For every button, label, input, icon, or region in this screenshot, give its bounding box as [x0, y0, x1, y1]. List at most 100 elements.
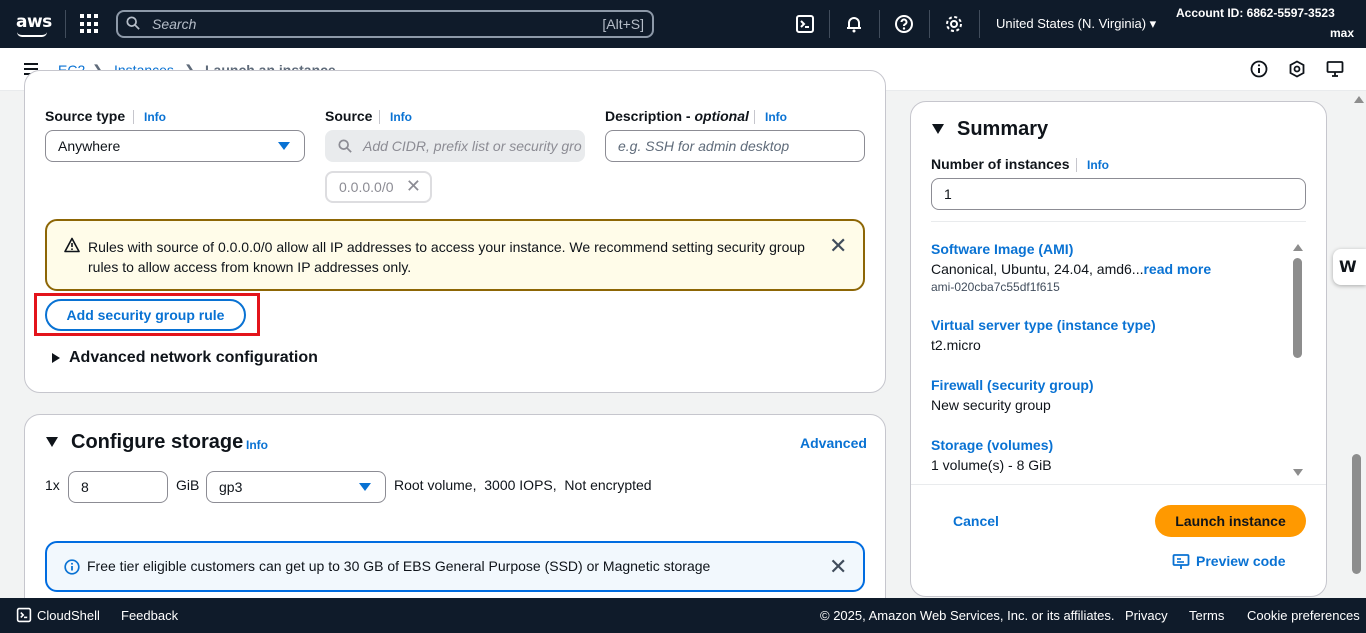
number-of-instances-info-link[interactable]: Info [1076, 158, 1109, 172]
w-logo-icon: W [1339, 257, 1357, 276]
divider [65, 10, 66, 38]
description-optional: optional [694, 108, 749, 124]
volume-details: Root volume, 3000 IOPS, Not encrypted [394, 477, 652, 493]
volume-size-value: 8 [81, 479, 89, 495]
bell-icon[interactable] [844, 14, 864, 34]
number-of-instances-value: 1 [944, 186, 952, 202]
number-of-instances-label: Number of instances [931, 156, 1070, 172]
divider [931, 221, 1306, 222]
volume-size-unit: GiB [176, 477, 200, 493]
volume-type-value: gp3 [219, 479, 243, 495]
caret-down-icon [278, 142, 290, 150]
info-circle-icon [64, 559, 80, 575]
feedback-link[interactable]: Feedback [121, 608, 178, 623]
description-input[interactable]: e.g. SSH for admin desktop [605, 130, 865, 162]
close-icon[interactable]: ✕ [406, 176, 421, 197]
aws-logo-smile [17, 32, 47, 37]
annotation-highlight-box [34, 293, 260, 336]
number-of-instances-input[interactable]: 1 [931, 178, 1306, 210]
scroll-down-icon[interactable] [1293, 469, 1303, 476]
summary-scrollbar[interactable] [1293, 258, 1302, 358]
cloudshell-icon[interactable] [795, 14, 815, 34]
search-icon [338, 139, 352, 153]
description-placeholder: e.g. SSH for admin desktop [618, 138, 790, 154]
cloudshell-link[interactable]: CloudShell [37, 608, 100, 623]
divider [879, 10, 880, 38]
cancel-button[interactable]: Cancel [953, 513, 999, 529]
source-type-select[interactable]: Anywhere [45, 130, 305, 162]
ami-id: ami-020cba7c55df1f615 [931, 280, 1060, 294]
divider [829, 10, 830, 38]
search-input[interactable]: Search [Alt+S] [116, 10, 654, 38]
search-icon [126, 16, 140, 30]
instance-type-link[interactable]: Virtual server type (instance type) [931, 317, 1156, 333]
region-label: United States (N. Virginia) [996, 16, 1147, 31]
caret-down-icon [359, 483, 371, 491]
close-icon[interactable]: ✕ [829, 556, 847, 578]
configure-storage-title: Configure storage [71, 431, 244, 453]
search-shortcut: [Alt+S] [602, 16, 644, 32]
gear-icon[interactable] [944, 14, 964, 34]
footer: CloudShell Feedback © 2025, Amazon Web S… [0, 598, 1366, 633]
volume-type-select[interactable]: gp3 [206, 471, 386, 503]
source-type-label: Source type [45, 108, 126, 124]
ami-value-text: Canonical, Ubuntu, 24.04, amd6... [931, 261, 1144, 277]
preview-code-link[interactable]: Preview code [1196, 553, 1286, 569]
source-cidr-input[interactable]: Add CIDR, prefix list or security gro [325, 130, 585, 162]
storage-advanced-link[interactable]: Advanced [800, 435, 867, 451]
warning-alert: Rules with source of 0.0.0.0/0 allow all… [45, 219, 865, 291]
page-scrollbar[interactable] [1352, 454, 1361, 574]
hexagon-status-icon[interactable] [1288, 60, 1306, 78]
launch-instance-button[interactable]: Launch instance [1155, 505, 1306, 537]
source-cidr-placeholder: Add CIDR, prefix list or security gro [363, 138, 582, 154]
account-id[interactable]: Account ID: 6862-5597-3523 [1176, 6, 1335, 20]
storage-info-link[interactable]: Info [236, 438, 268, 452]
close-icon[interactable]: ✕ [829, 235, 847, 257]
free-tier-info-text: Free tier eligible customers can get up … [87, 558, 711, 574]
description-label: Description - optional [605, 108, 749, 124]
copyright: © 2025, Amazon Web Services, Inc. or its… [820, 608, 1115, 623]
read-more-link[interactable]: read more [1143, 261, 1211, 277]
description-info-link[interactable]: Info [754, 110, 787, 124]
divider [979, 10, 980, 38]
caret-down-icon[interactable] [46, 437, 58, 447]
aws-logo[interactable]: aws [16, 12, 52, 32]
cloudshell-icon[interactable] [16, 607, 32, 623]
source-type-info-link[interactable]: Info [133, 110, 166, 124]
scroll-up-icon[interactable] [1293, 244, 1303, 251]
divider [911, 484, 1326, 485]
source-type-value: Anywhere [58, 138, 121, 154]
cidr-token: 0.0.0.0/0 ✕ [325, 171, 432, 203]
caret-down-icon[interactable] [932, 124, 944, 134]
warning-icon [64, 237, 80, 253]
search-placeholder: Search [152, 16, 197, 32]
user-name[interactable]: max [1330, 26, 1354, 40]
scroll-up-icon[interactable] [1354, 96, 1364, 103]
firewall-link[interactable]: Firewall (security group) [931, 377, 1094, 393]
summary-title: Summary [957, 118, 1049, 140]
cookie-preferences-link[interactable]: Cookie preferences [1247, 608, 1360, 623]
description-label-text: Description - [605, 108, 695, 124]
free-tier-info-alert: Free tier eligible customers can get up … [45, 541, 865, 592]
source-label: Source [325, 108, 373, 124]
divider [929, 10, 930, 38]
storage-value: 1 volume(s) - 8 GiB [931, 457, 1052, 473]
privacy-link[interactable]: Privacy [1125, 608, 1168, 623]
services-grid-icon[interactable] [80, 14, 100, 34]
terms-link[interactable]: Terms [1189, 608, 1224, 623]
info-circle-icon[interactable] [1250, 60, 1268, 78]
volume-size-input[interactable]: 8 [68, 471, 168, 503]
monitor-icon[interactable] [1326, 60, 1344, 78]
storage-link[interactable]: Storage (volumes) [931, 437, 1053, 453]
side-widget-button[interactable]: W [1333, 249, 1366, 285]
instance-type-value: t2.micro [931, 337, 981, 353]
region-selector[interactable]: United States (N. Virginia) ▾ [996, 16, 1156, 32]
ami-link[interactable]: Software Image (AMI) [931, 241, 1073, 257]
caret-right-icon[interactable] [52, 353, 60, 363]
advanced-network-configuration-toggle[interactable]: Advanced network configuration [69, 349, 318, 367]
help-icon[interactable] [894, 14, 914, 34]
source-info-link[interactable]: Info [379, 110, 412, 124]
top-navigation: aws Search [Alt+S] United States (N. Vir… [0, 0, 1366, 48]
cidr-token-label: 0.0.0.0/0 [339, 179, 394, 195]
warning-text: Rules with source of 0.0.0.0/0 allow all… [88, 239, 805, 275]
